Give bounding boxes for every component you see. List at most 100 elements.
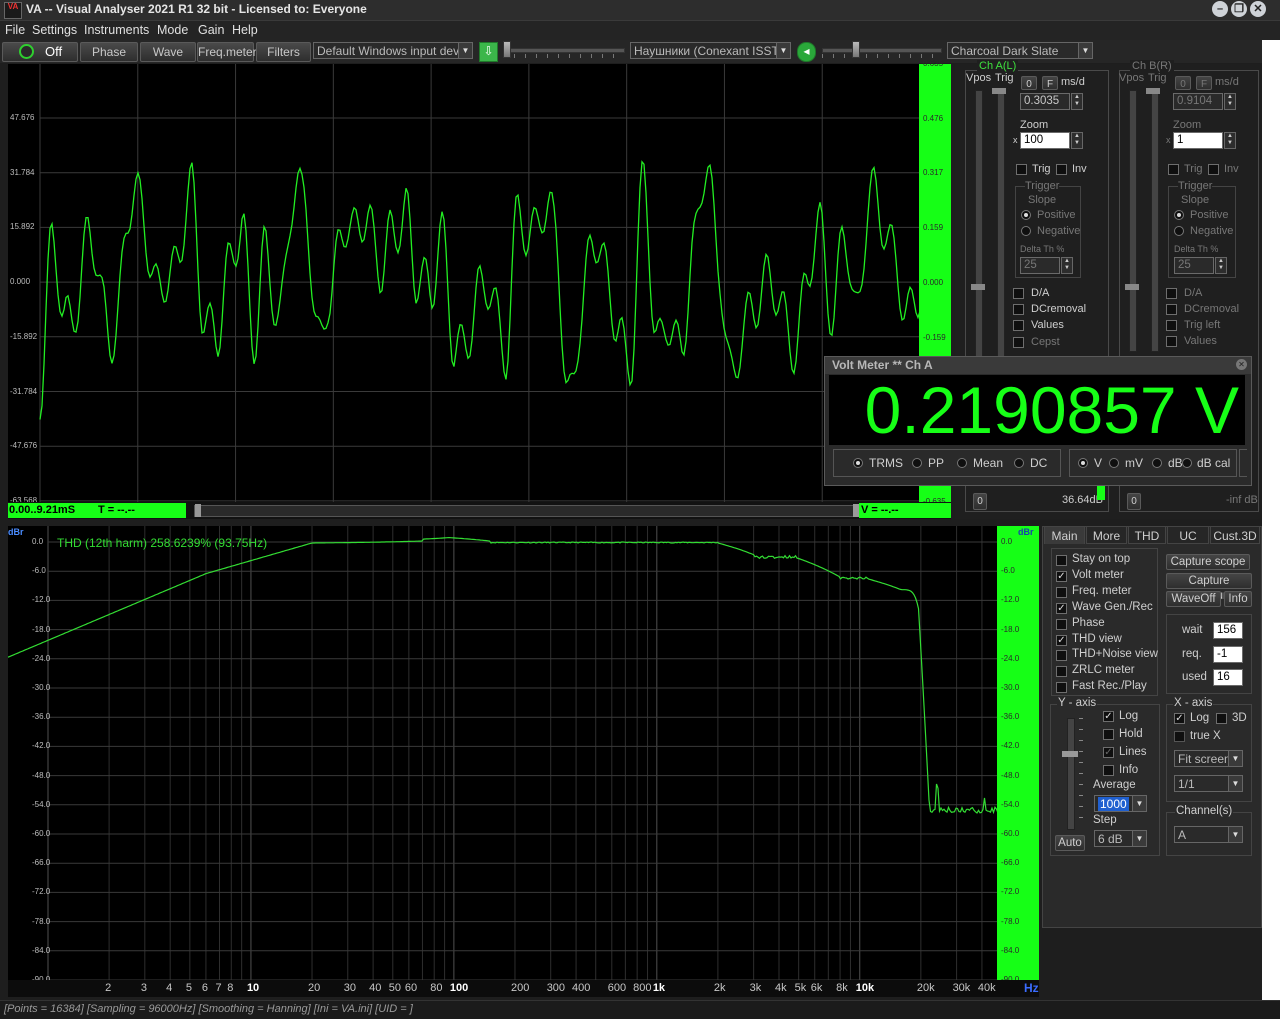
ch-a-zoom-field[interactable]: 100 [1020,132,1070,149]
used-field[interactable]: 16 [1213,669,1243,686]
ch-a-vpos-slider[interactable] [975,90,983,392]
ch-a-inv-checkbox[interactable] [1056,164,1067,175]
tab-thd[interactable]: THD [1128,526,1166,544]
option-checkbox[interactable] [1056,586,1067,598]
ch-b-trig-slider[interactable] [1151,90,1159,352]
ch-a-ms-per-div-field[interactable]: 0.3035 [1020,93,1070,110]
input-device-select[interactable]: Default Windows input device ▼ [313,42,473,59]
ch-a-vpos-thumb[interactable] [971,284,985,290]
volt-meter-close-icon[interactable]: ✕ [1236,359,1247,370]
x-3d-checkbox[interactable] [1216,713,1227,724]
ch-a-values-checkbox[interactable] [1013,320,1024,331]
auto-button[interactable]: Auto [1055,835,1085,851]
ch-b-zoom-field[interactable]: 1 [1173,132,1223,149]
mean-radio[interactable] [957,458,967,468]
mv-unit-radio[interactable] [1109,458,1119,468]
menu-gain[interactable]: Gain [198,23,224,37]
ch-b-bottom-zero[interactable]: 0 [1127,493,1141,510]
y-log-checkbox[interactable]: ✓ [1103,711,1114,722]
true-x-checkbox[interactable] [1174,731,1185,742]
dc-radio[interactable] [1014,458,1024,468]
wave-button[interactable]: Wave [140,42,196,62]
option-checkbox[interactable] [1056,682,1067,694]
speaker-icon[interactable]: ◂ [797,42,816,62]
ch-b-inv-checkbox[interactable] [1208,164,1219,175]
filters-button[interactable]: Filters [256,42,311,62]
freq-meter-button[interactable]: Freq.meter [197,42,257,62]
ch-a-delta-field[interactable]: 25 [1020,257,1060,274]
capture-spectrum-button[interactable]: Capture spectrum [1166,573,1252,602]
theme-select[interactable]: Charcoal Dark Slate ▼ [947,42,1093,59]
ch-b-trig-thumb[interactable] [1146,88,1160,94]
ch-a-cepst-checkbox[interactable] [1013,337,1024,348]
db-unit-radio[interactable] [1152,458,1162,468]
ch-a-f-button[interactable]: F [1042,76,1058,90]
spectrum-display[interactable]: THD (12th harm) 258.6239% (93.75Hz) dBr [8,526,998,982]
ch-b-ms-spinner[interactable]: ▲ ▼ [1224,93,1236,110]
microphone-icon[interactable]: ⇩ [479,42,498,62]
ch-b-vpos-slider[interactable] [1129,90,1137,352]
ch-a-positive-radio[interactable] [1021,210,1031,220]
input-slider-thumb[interactable] [503,41,511,58]
menu-file[interactable]: File [5,23,25,37]
capture-scope-button[interactable]: Capture scope [1166,554,1250,570]
scope-scrollbar[interactable] [194,504,860,517]
ch-b-dcremoval-checkbox[interactable] [1166,304,1177,315]
output-level-slider[interactable] [822,48,942,53]
power-button[interactable]: Off [2,42,78,62]
menu-settings[interactable]: Settings [32,23,77,37]
ch-b-trig-left-checkbox[interactable] [1166,320,1177,331]
v-unit-radio[interactable] [1078,458,1088,468]
ch-a-trig-checkbox[interactable] [1016,164,1027,175]
option-checkbox[interactable]: ✓ [1056,570,1067,582]
ch-a-bottom-zero[interactable]: 0 [973,493,987,510]
menu-help[interactable]: Help [232,23,258,37]
ch-a-da-checkbox[interactable] [1013,288,1024,299]
menu-mode[interactable]: Mode [157,23,188,37]
close-icon[interactable]: ✕ [1250,1,1266,17]
tab-main[interactable]: Main [1044,526,1085,544]
ch-a-negative-radio[interactable] [1021,226,1031,236]
ch-b-zero-button[interactable]: 0 [1175,76,1191,90]
ch-a-dcremoval-checkbox[interactable] [1013,304,1024,315]
option-checkbox[interactable] [1056,555,1067,566]
tab-more[interactable]: More [1086,526,1127,544]
average-select[interactable]: 1000 ▼ [1094,795,1147,812]
ch-b-delta-field[interactable]: 25 [1174,257,1214,274]
oscilloscope-display[interactable] [8,64,920,502]
output-slider-thumb[interactable] [852,41,860,58]
dbcal-unit-radio[interactable] [1182,458,1192,468]
scope-scroll-thumb-left[interactable] [195,504,201,517]
minimize-icon[interactable]: – [1212,1,1228,17]
ch-b-zoom-spinner[interactable]: ▲ ▼ [1224,132,1236,149]
ch-b-vpos-thumb[interactable] [1125,284,1139,290]
x-log-checkbox[interactable]: ✓ [1174,713,1185,724]
fit-screen-select[interactable]: Fit screen ▼ [1174,750,1243,767]
ch-b-f-button[interactable]: F [1196,76,1212,90]
ch-b-delta-spinner[interactable]: ▲ ▼ [1215,257,1227,274]
ch-b-values-checkbox[interactable] [1166,336,1177,347]
option-checkbox[interactable] [1056,650,1067,662]
option-checkbox[interactable]: ✓ [1056,634,1067,646]
output-device-select[interactable]: Наушники (Conexant ISST Au ▼ [630,42,791,59]
y-info-checkbox[interactable] [1103,765,1114,776]
ch-a-delta-spinner[interactable]: ▲ ▼ [1061,257,1073,274]
phase-button[interactable]: Phase [80,42,138,62]
input-level-slider[interactable] [503,48,625,53]
req-field[interactable]: -1 [1213,646,1243,663]
option-checkbox[interactable] [1056,666,1067,678]
ratio-select[interactable]: 1/1 ▼ [1174,775,1243,792]
y-axis-slider-thumb[interactable] [1062,751,1078,757]
wait-field[interactable]: 156 [1213,622,1243,639]
tab-cust3d[interactable]: Cust.3D [1210,526,1260,544]
trms-radio[interactable] [853,458,863,468]
waveoff-button[interactable]: WaveOff [1166,591,1221,607]
option-checkbox[interactable]: ✓ [1056,602,1067,614]
restore-icon[interactable]: ❐ [1231,1,1247,17]
ch-a-trig-slider[interactable] [997,90,1005,392]
ch-a-ms-spinner[interactable]: ▲ ▼ [1071,93,1083,110]
ch-b-da-checkbox[interactable] [1166,288,1177,299]
ch-b-trig-checkbox[interactable] [1168,164,1179,175]
ch-b-positive-radio[interactable] [1174,210,1184,220]
y-axis-slider[interactable] [1067,718,1075,830]
